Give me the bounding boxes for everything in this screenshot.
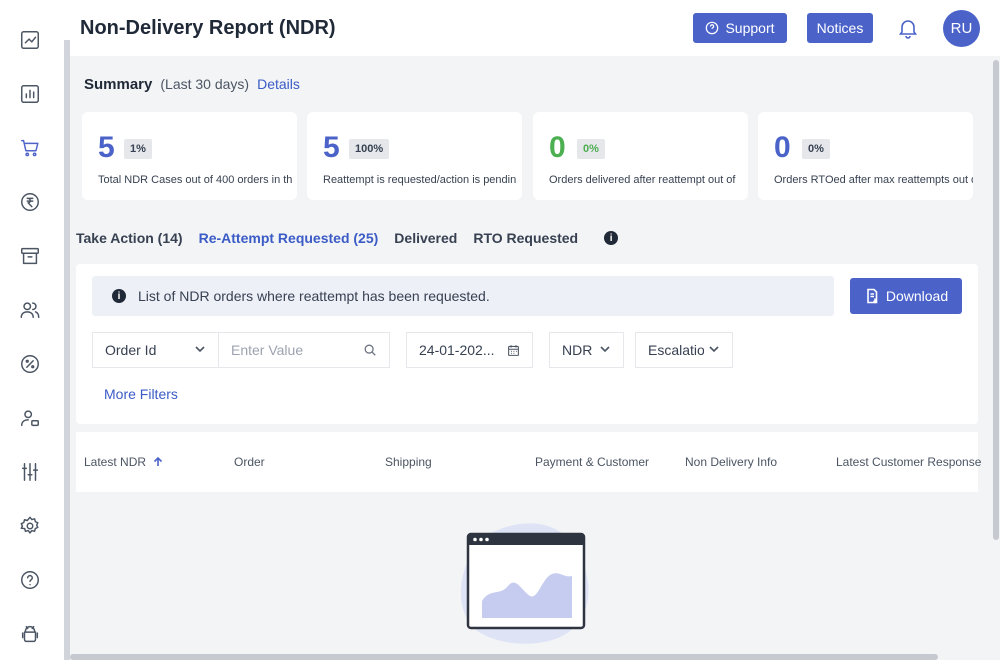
vertical-scrollbar[interactable] [993,60,999,540]
tab-take-action[interactable]: Take Action (14) [76,230,183,246]
main-content: Summary (Last 30 days) Details 5 1% Tota… [70,56,990,660]
info-icon[interactable]: i [604,231,619,245]
card-description: Orders delivered after reattempt out of [549,174,736,186]
card-percent-badge: 100% [349,139,390,159]
top-header: Non-Delivery Report (NDR) Support Notice… [70,0,1000,56]
chevron-down-icon [599,342,611,358]
summary-card-total-ndr: 5 1% Total NDR Cases out of 400 orders i… [82,112,297,200]
ndr-select-value: NDR [562,342,593,358]
sidebar [0,0,64,660]
filter-panel: i List of NDR orders where reattempt has… [76,264,978,424]
column-header-latest-customer-response: Latest Customer Response [836,455,982,469]
download-label: Download [885,288,949,304]
ndr-tabs: Take Action (14) Re-Attempt Requested (2… [76,230,619,246]
download-button[interactable]: Download [850,278,962,314]
column-label: Latest NDR [84,455,147,469]
sliders-icon[interactable] [18,460,42,484]
notices-button[interactable]: Notices [807,13,873,43]
calendar-icon [508,344,519,356]
summary-period: (Last 30 days) [160,76,250,92]
user-settings-icon[interactable] [18,406,42,430]
bell-icon[interactable] [896,16,920,40]
archive-box-icon[interactable] [18,244,42,268]
bar-chart-icon[interactable] [18,82,42,106]
support-button[interactable]: Support [693,13,787,43]
card-percent-badge: 0% [802,139,830,159]
android-icon[interactable] [18,622,42,646]
search-icon[interactable] [363,343,377,357]
column-header-order: Order [234,455,265,469]
cart-icon[interactable] [18,136,42,160]
ndr-select[interactable]: NDR [549,332,624,368]
card-value: 0 [549,131,566,164]
card-value: 0 [774,131,791,164]
info-notice: i List of NDR orders where reattempt has… [92,276,834,316]
date-range-picker[interactable]: 24-01-202... [406,332,533,368]
card-value: 5 [323,131,340,164]
trend-chart-icon[interactable] [18,28,42,52]
column-header-latest-ndr[interactable]: Latest NDR [84,455,164,469]
summary-card-reattempt: 5 100% Reattempt is requested/action is … [307,112,522,200]
download-file-icon [867,288,878,304]
escalation-select[interactable]: Escalatio [635,332,733,368]
summary-card-rto: 0 0% Orders RTOed after max reattempts o… [758,112,973,200]
empty-state-illustration [460,523,589,644]
order-id-select[interactable]: Order Id [92,332,219,368]
support-label: Support [725,20,775,36]
percent-icon[interactable] [18,352,42,376]
summary-header: Summary (Last 30 days) Details [84,76,300,93]
notices-label: Notices [816,20,864,36]
search-value-input[interactable]: Enter Value [218,332,390,368]
horizontal-scrollbar[interactable] [70,654,938,660]
search-value-placeholder: Enter Value [231,342,304,358]
tab-delivered[interactable]: Delivered [394,230,457,246]
date-value: 24-01-202... [419,342,495,358]
column-header-non-delivery-info: Non Delivery Info [685,455,778,469]
chevron-down-icon [708,342,720,358]
card-percent-badge: 0% [577,139,605,159]
summary-card-delivered: 0 0% Orders delivered after reattempt ou… [533,112,748,200]
help-icon[interactable] [18,568,42,592]
notice-text: List of NDR orders where reattempt has b… [138,288,490,304]
avatar[interactable]: RU [943,10,980,47]
column-header-shipping: Shipping [385,455,432,469]
rupee-icon[interactable] [18,190,42,214]
more-filters-link[interactable]: More Filters [104,386,178,402]
table-header: Latest NDR Order Shipping Payment & Cust… [76,432,982,492]
tab-rto-requested[interactable]: RTO Requested [473,230,578,246]
summary-title: Summary [84,76,153,93]
card-description: Orders RTOed after max reattempts out o [774,174,973,186]
chevron-down-icon [194,342,206,358]
card-value: 5 [98,131,115,164]
tab-reattempt-requested[interactable]: Re-Attempt Requested (25) [199,230,379,246]
gear-icon[interactable] [18,514,42,538]
help-circle-icon [706,21,719,35]
order-id-select-value: Order Id [105,342,157,358]
info-icon: i [112,289,126,303]
details-link[interactable]: Details [257,76,300,92]
card-description: Total NDR Cases out of 400 orders in th [98,174,293,186]
users-icon[interactable] [18,298,42,322]
card-description: Reattempt is requested/action is pendin [323,174,517,186]
column-header-payment-customer: Payment & Customer [535,455,650,469]
sort-arrow-up-icon[interactable] [152,456,164,468]
card-percent-badge: 1% [124,139,152,159]
escalation-select-value: Escalatio [648,342,704,358]
page-title: Non-Delivery Report (NDR) [80,17,336,39]
